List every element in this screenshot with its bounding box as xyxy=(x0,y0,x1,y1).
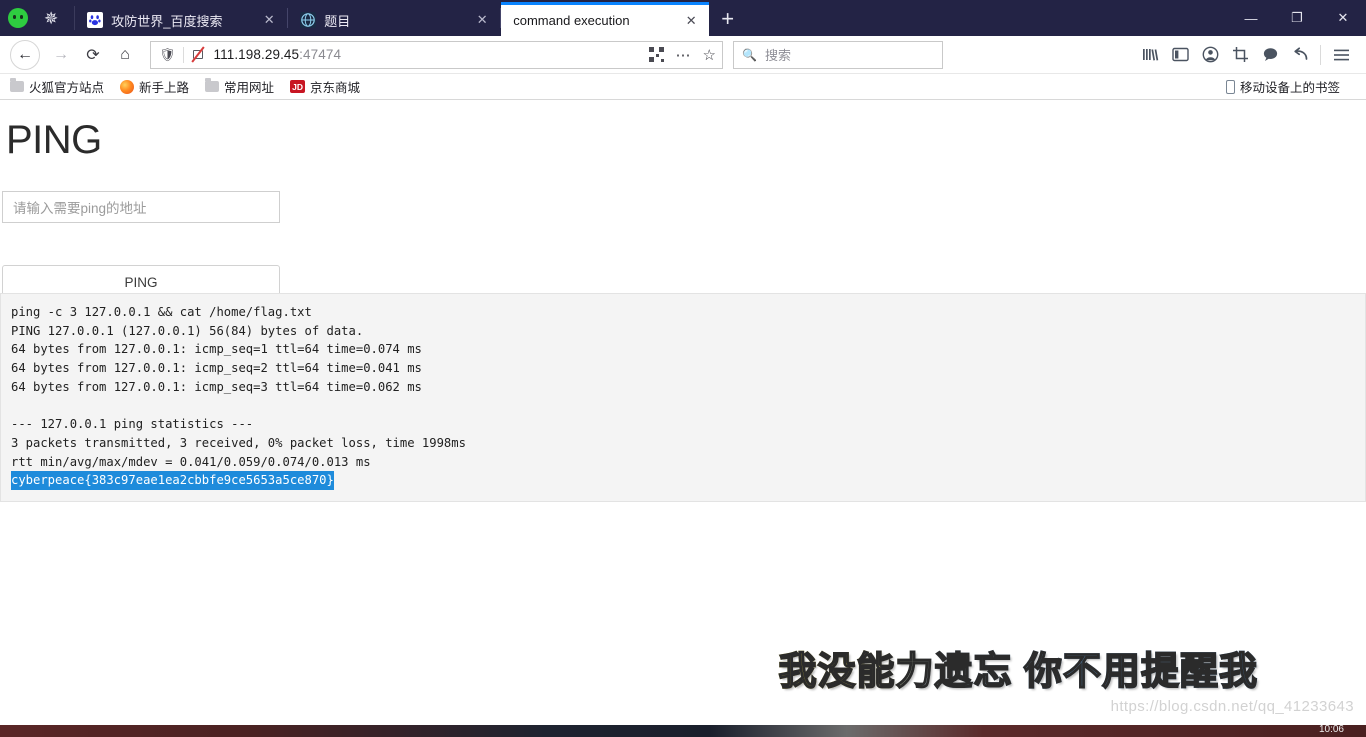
terminal-line: 64 bytes from 127.0.0.1: icmp_seq=3 ttl=… xyxy=(11,379,422,394)
ghost-icon[interactable] xyxy=(8,8,28,28)
url-port: :47474 xyxy=(299,47,342,62)
browser-toolbar-icons xyxy=(1135,40,1356,70)
terminal-line: ping -c 3 127.0.0.1 && cat /home/flag.tx… xyxy=(11,305,312,319)
baidu-paw-icon xyxy=(87,12,104,28)
search-placeholder: 搜索 xyxy=(764,48,791,63)
bookmark-label: 移动设备上的书签 xyxy=(1239,81,1340,95)
shield-icon[interactable]: 🛡 xyxy=(159,47,176,63)
bookmark-item-getting-started[interactable]: 新手上路 xyxy=(120,77,189,96)
globe-icon xyxy=(300,12,317,28)
bookmark-label: 京东商城 xyxy=(310,81,361,95)
browser-tab-bar: ✵ 攻防世界_百度搜索 ✕ 题目 ✕ command execution ✕ +… xyxy=(0,0,1366,36)
flag-text-selected[interactable]: cyberpeace{383c97eae1ea2cbbfe9ce5653a5ce… xyxy=(11,471,334,491)
ping-output-terminal: ping -c 3 127.0.0.1 && cat /home/flag.tx… xyxy=(0,293,1366,503)
ellipsis-icon[interactable]: ⋯ xyxy=(676,46,692,64)
page-content: PING 请输入需要ping的地址 PING ping -c 3 127.0.0… xyxy=(0,100,1366,731)
tab-title: 题目 xyxy=(324,13,351,29)
windows-taskbar: 10:06 xyxy=(0,725,1366,737)
tab-command-execution[interactable]: command execution ✕ xyxy=(501,2,710,36)
bookmark-item-common-sites[interactable]: 常用网址 xyxy=(205,77,274,96)
qr-code-icon[interactable] xyxy=(648,47,664,62)
page-title: PING xyxy=(6,118,102,162)
folder-icon xyxy=(205,78,220,92)
sync-icon[interactable] xyxy=(1285,40,1315,70)
tab-close-icon[interactable]: ✕ xyxy=(261,12,277,28)
account-icon[interactable] xyxy=(1195,40,1225,70)
terminal-line: PING 127.0.0.1 (127.0.0.1) 56(84) bytes … xyxy=(11,323,364,338)
address-bar-divider xyxy=(182,46,184,63)
firefox-icon xyxy=(120,79,135,94)
folder-icon xyxy=(10,78,24,92)
new-tab-button[interactable]: + xyxy=(709,8,746,30)
broken-lock-icon[interactable] xyxy=(190,46,206,63)
search-input[interactable]: 🔍 搜索 xyxy=(733,40,943,69)
watermark-text: 我没能力遗忘 你不用提醒我 xyxy=(778,640,1258,695)
back-button[interactable]: ← xyxy=(10,39,40,70)
bookmarks-bar: 火狐官方站点 新手上路 常用网址 JD 京东商城 移动设备上的书签 xyxy=(0,74,1366,100)
toolbar-divider xyxy=(1320,44,1321,65)
star-icon[interactable]: ☆ xyxy=(703,46,716,64)
terminal-line: --- 127.0.0.1 ping statistics --- xyxy=(11,417,254,432)
bookmark-item-jd[interactable]: JD 京东商城 xyxy=(290,77,360,96)
sidebar-icon[interactable] xyxy=(1165,40,1195,70)
tab-timu[interactable]: 题目 ✕ xyxy=(288,4,500,36)
library-icon[interactable] xyxy=(1135,40,1165,70)
gear-icon[interactable]: ✵ xyxy=(44,10,58,27)
menu-icon[interactable] xyxy=(1326,40,1356,70)
tab-close-icon[interactable]: ✕ xyxy=(474,12,490,28)
navigation-toolbar: ← → ⟳ ⌂ 🛡 111.198.29.45:47474 ⋯ ☆ 🔍 搜索 xyxy=(0,36,1366,74)
tab-close-icon[interactable]: ✕ xyxy=(683,13,699,29)
bookmark-label: 常用网址 xyxy=(224,81,275,95)
restore-button[interactable]: ❐ xyxy=(1274,0,1320,36)
ping-input-placeholder: 请输入需要ping的地址 xyxy=(13,201,147,216)
close-window-button[interactable]: ✕ xyxy=(1320,0,1366,36)
pocket-icon[interactable] xyxy=(1255,40,1285,70)
url-text: 111.198.29.45:47474 xyxy=(214,47,342,62)
bookmark-item-firefox-official[interactable]: 火狐官方站点 xyxy=(10,77,104,96)
jd-icon: JD xyxy=(290,80,306,93)
jd-icon-text: JD xyxy=(290,80,306,93)
taskbar-clock: 10:06 xyxy=(1318,725,1344,735)
mobile-phone-icon xyxy=(1225,79,1235,94)
reload-button[interactable]: ⟳ xyxy=(78,40,108,70)
minimize-button[interactable]: — xyxy=(1228,0,1274,36)
window-controls: — ❐ ✕ xyxy=(1228,0,1366,36)
titlebar-left-icons: ✵ xyxy=(0,0,74,36)
watermark-url: https://blog.csdn.net/qq_41233643 xyxy=(1110,698,1354,715)
ping-address-input[interactable]: 请输入需要ping的地址 xyxy=(2,191,280,223)
terminal-line: 64 bytes from 127.0.0.1: icmp_seq=2 ttl=… xyxy=(11,361,422,376)
terminal-line: 64 bytes from 127.0.0.1: icmp_seq=1 ttl=… xyxy=(11,342,422,357)
bookmark-item-mobile-bookmarks[interactable]: 移动设备上的书签 xyxy=(1225,77,1340,96)
tab-baidu-search[interactable]: 攻防世界_百度搜索 ✕ xyxy=(75,4,287,36)
address-bar[interactable]: 🛡 111.198.29.45:47474 ⋯ ☆ xyxy=(150,40,723,69)
terminal-line: rtt min/avg/max/mdev = 0.041/0.059/0.074… xyxy=(11,454,371,469)
address-bar-actions: ⋯ ☆ xyxy=(648,46,716,64)
tab-strip: 攻防世界_百度搜索 ✕ 题目 ✕ command execution ✕ + xyxy=(75,0,1228,36)
url-host: 111.198.29.45 xyxy=(213,47,300,62)
home-button[interactable]: ⌂ xyxy=(110,40,140,70)
search-icon: 🔍 xyxy=(742,47,757,62)
bookmark-label: 火狐官方站点 xyxy=(29,81,105,95)
tab-title: 攻防世界_百度搜索 xyxy=(111,13,223,29)
tab-title: command execution xyxy=(513,13,630,28)
bookmark-label: 新手上路 xyxy=(139,81,190,95)
forward-button[interactable]: → xyxy=(46,40,76,70)
screenshot-icon[interactable] xyxy=(1225,40,1255,70)
terminal-line: 3 packets transmitted, 3 received, 0% pa… xyxy=(11,435,466,450)
